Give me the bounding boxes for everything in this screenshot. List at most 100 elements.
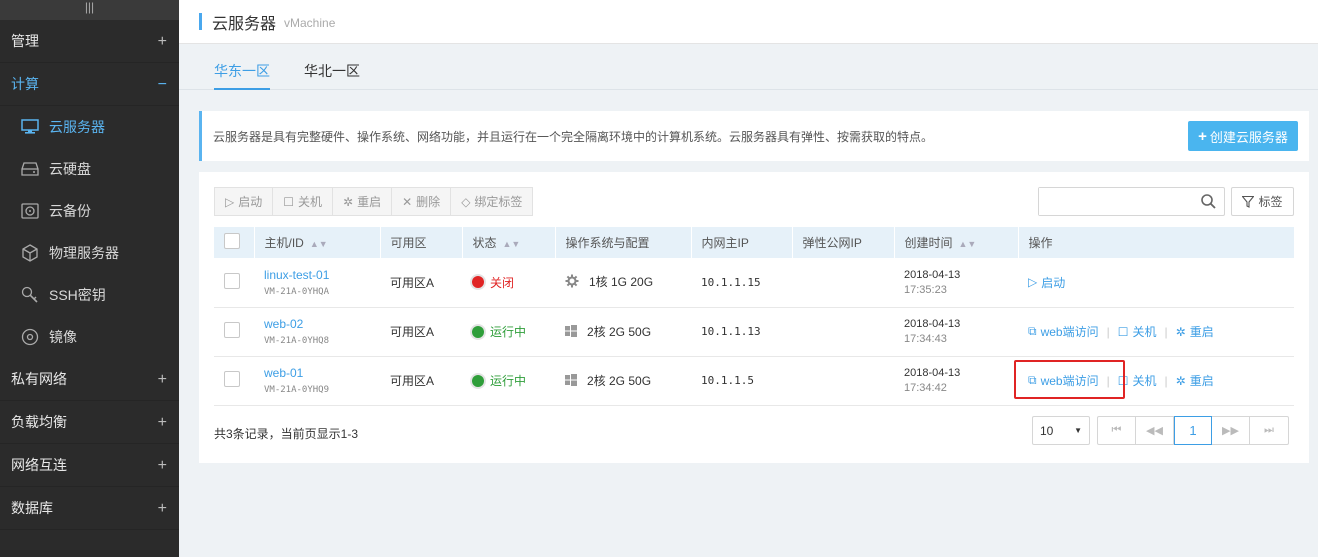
row-checkbox[interactable] <box>224 272 240 289</box>
config-text: 2核 2G 50G <box>587 373 652 388</box>
private-ip-cell: 10.1.1.13 <box>691 307 792 357</box>
private-ip-cell: 10.1.1.5 <box>691 356 792 406</box>
sidebar-item-label: 云备份 <box>49 203 91 219</box>
column-header[interactable]: 主机/ID ▲▼ <box>254 227 381 258</box>
sidebar-item-label: SSH密钥 <box>49 287 106 303</box>
os-config-cell: 2核 2G 50G <box>555 356 691 406</box>
sidebar-group-label: 网络互连 <box>11 457 67 473</box>
sidebar-group-network-interconnect[interactable]: 网络互连 + <box>0 444 179 487</box>
row-restart-link[interactable]: ✲ 重启 <box>1176 323 1214 340</box>
created-time-cell: 2018-04-13 17:35:23 <box>894 258 1018 308</box>
next-page-button[interactable]: ▶▶ <box>1212 417 1250 444</box>
host-name-link[interactable]: web-01 <box>264 366 380 380</box>
search-icon[interactable] <box>1201 194 1216 212</box>
restart-icon: ✲ <box>1175 324 1186 339</box>
sidebar-group-label: 私有网络 <box>11 371 67 387</box>
sidebar-item-cloud-disk[interactable]: 云硬盘 <box>0 148 179 190</box>
start-label: 启动 <box>238 195 263 209</box>
shutdown-button[interactable]: ☐ 关机 <box>273 188 334 215</box>
sidebar-item-cloud-backup[interactable]: 云备份 <box>0 190 179 232</box>
public-ip-cell <box>792 258 894 308</box>
sidebar-item-cloud-server[interactable]: 云服务器 <box>0 106 179 148</box>
created-time: 17:34:43 <box>904 333 947 345</box>
windows-icon <box>565 325 577 340</box>
restart-button[interactable]: ✲ 重启 <box>333 188 393 215</box>
bind-tag-label: 绑定标签 <box>474 195 523 209</box>
created-time: 17:35:23 <box>904 283 947 296</box>
tab-north-china-1[interactable]: 华北一区 <box>304 61 360 90</box>
create-server-button[interactable]: + 创建云服务器 <box>1188 121 1298 151</box>
public-ip-cell <box>792 307 894 357</box>
host-name-link[interactable]: linux-test-01 <box>264 268 380 282</box>
delete-label: 删除 <box>416 195 441 209</box>
row-checkbox[interactable] <box>224 322 240 338</box>
expand-icon: + <box>157 414 167 431</box>
host-name-link[interactable]: web-02 <box>264 317 380 331</box>
filter-icon <box>1242 195 1255 208</box>
create-server-label: 创建云服务器 <box>1209 129 1288 145</box>
disk-icon <box>20 159 40 179</box>
image-icon <box>20 327 40 347</box>
search-input[interactable] <box>1039 188 1194 215</box>
delete-button[interactable]: ✕ 删除 <box>392 188 452 215</box>
first-page-button[interactable]: ⏮ <box>1098 417 1136 444</box>
sidebar-group-vpc[interactable]: 私有网络 + <box>0 358 179 401</box>
column-header-label: 弹性公网IP <box>802 236 862 250</box>
page-header: 云服务器 vMachine <box>179 0 1318 44</box>
page-number-button[interactable]: 1 <box>1174 416 1212 445</box>
op-separator: | <box>1164 373 1168 388</box>
row-checkbox[interactable] <box>224 371 240 387</box>
row-web-access-link[interactable]: ⧉ web端访问 <box>1028 323 1099 340</box>
row-web-access-label: web端访问 <box>1040 325 1099 339</box>
sidebar-group-compute[interactable]: 计算 − <box>0 63 179 106</box>
status-text: 运行中 <box>490 325 527 339</box>
sidebar-item-image[interactable]: 镜像 <box>0 316 179 358</box>
caret-down-icon: ▼ <box>1074 426 1082 435</box>
sidebar-item-label: 云服务器 <box>49 119 105 135</box>
sidebar-group-management[interactable]: 管理 + <box>0 20 179 63</box>
row-start-link[interactable]: ▷ 启动 <box>1028 274 1065 291</box>
op-separator: | <box>1164 324 1168 339</box>
select-all-checkbox[interactable] <box>224 233 240 249</box>
last-page-button[interactable]: ⏭ <box>1250 417 1288 444</box>
row-select-cell <box>214 307 254 357</box>
monitor-icon <box>20 117 40 137</box>
tag-filter-label: 标签 <box>1258 195 1283 209</box>
host-id: VM-21A-0YHQ8 <box>264 336 330 346</box>
zone-cell: 可用区A <box>380 307 462 357</box>
page-size-select[interactable]: 10 ▼ <box>1032 416 1090 445</box>
start-button[interactable]: ▷ 启动 <box>215 188 274 215</box>
sidebar-item-label: 镜像 <box>49 329 77 345</box>
private-ip-cell: 10.1.1.15 <box>691 258 792 308</box>
public-ip-cell <box>792 356 894 406</box>
created-time-cell: 2018-04-13 17:34:42 <box>894 356 1018 406</box>
row-restart-link[interactable]: ✲ 重启 <box>1176 372 1214 389</box>
column-header[interactable]: 状态 ▲▼ <box>462 227 556 258</box>
column-header: 内网主IP <box>691 227 793 258</box>
column-header[interactable]: 创建时间 ▲▼ <box>894 227 1019 258</box>
restart-icon: ✲ <box>343 194 354 209</box>
bind-tag-button[interactable]: ◇ 绑定标签 <box>451 188 532 215</box>
sort-icon: ▲▼ <box>958 239 977 249</box>
sidebar-item-ssh-key[interactable]: SSH密钥 <box>0 274 179 316</box>
sidebar-group-load-balancing[interactable]: 负载均衡 + <box>0 401 179 444</box>
sidebar-group-label: 负载均衡 <box>11 414 67 430</box>
prev-page-icon: ◀◀ <box>1146 425 1163 437</box>
status-dot-icon <box>472 325 484 338</box>
row-shutdown-link[interactable]: ☐ 关机 <box>1118 372 1157 389</box>
tag-filter-button[interactable]: 标签 <box>1231 187 1294 216</box>
server-list-panel: ▷ 启动 ☐ 关机 ✲ 重启 ✕ 删除 ◇ 绑定标签 标签 主机/ID ▲▼ 可用区 状态 ▲… <box>199 172 1309 463</box>
sidebar-group-label: 数据库 <box>11 500 53 516</box>
row-web-access-label: web端访问 <box>1040 374 1099 388</box>
backup-icon <box>20 201 40 221</box>
row-shutdown-link[interactable]: ☐ 关机 <box>1118 323 1157 340</box>
tab-east-china-1[interactable]: 华东一区 <box>214 61 270 90</box>
row-web-access-link[interactable]: ⧉ web端访问 <box>1028 372 1099 389</box>
prev-page-button[interactable]: ◀◀ <box>1136 417 1174 444</box>
sidebar-item-physical-server[interactable]: 物理服务器 <box>0 232 179 274</box>
sidebar-collapse-handle[interactable]: ||| <box>0 0 179 20</box>
created-date: 2018-04-13 <box>904 318 961 330</box>
status-cell: 运行中 <box>462 356 555 406</box>
sidebar-group-database[interactable]: 数据库 + <box>0 487 179 530</box>
play-icon: ▷ <box>1028 275 1038 290</box>
